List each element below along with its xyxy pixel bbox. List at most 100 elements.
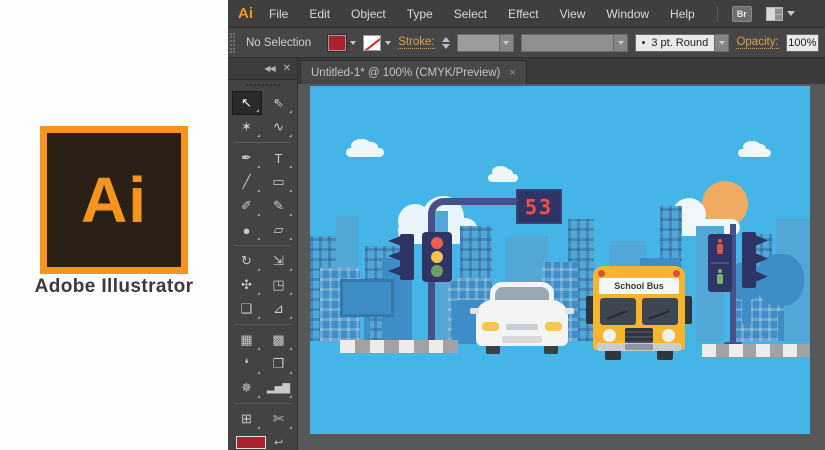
width-tool-icon[interactable]: ✣	[232, 273, 262, 297]
hand-tool-icon[interactable]: ✌	[232, 431, 262, 434]
panel-fill-swatch[interactable]	[236, 436, 266, 449]
slice-tool-icon[interactable]: ✄	[264, 407, 294, 431]
fill-dropdown-icon[interactable]	[350, 41, 356, 45]
panel-grip[interactable]	[230, 33, 235, 53]
type-tool-icon[interactable]: T	[264, 146, 294, 170]
menu-item-effect[interactable]: Effect	[508, 7, 538, 21]
width-profile-select[interactable]	[521, 34, 629, 52]
blob-brush-tool-icon[interactable]: ●	[232, 218, 262, 242]
stroke-weight-stepper[interactable]	[442, 37, 450, 49]
bus-headlight	[603, 329, 616, 342]
scale-tool-icon[interactable]: ⇲	[264, 249, 294, 273]
zoom-tool-icon[interactable]: ⚲	[264, 431, 294, 434]
menu-item-file[interactable]: File	[269, 7, 288, 21]
red-light	[431, 237, 443, 249]
swap-fill-stroke-icon[interactable]: ↩	[274, 436, 283, 449]
gradient-tool-icon[interactable]: ▩	[264, 328, 294, 352]
direct-selection-tool-icon[interactable]: ⇖	[264, 91, 294, 115]
red-stand-figure	[715, 239, 725, 255]
menu-item-window[interactable]: Window	[606, 7, 649, 21]
bus-marker-light	[598, 270, 605, 277]
screenshot-root: Ai Adobe Illustrator Ai File Edit Object Ty…	[0, 0, 825, 450]
car-headlight	[545, 322, 562, 331]
crosswalk	[340, 340, 458, 353]
bus-sign: School Bus	[599, 278, 679, 294]
symbol-sprayer-tool-icon[interactable]: ✵	[232, 376, 262, 400]
tab-close-icon[interactable]: ×	[509, 67, 515, 79]
menu-items: File Edit Object Type Select Effect View Window…	[269, 7, 695, 21]
stroke-weight-select[interactable]	[457, 34, 514, 52]
billboard	[340, 279, 394, 317]
tree-trunk	[778, 311, 784, 341]
bus-grille	[625, 328, 653, 343]
brush-definition-select[interactable]: 3 pt. Round	[635, 34, 729, 52]
rotate-tool-icon[interactable]: ↻	[232, 249, 262, 273]
car-mirror	[470, 308, 479, 314]
green-light	[431, 265, 443, 277]
opacity-label[interactable]: Opacity:	[736, 36, 778, 49]
bus-windshield	[600, 298, 636, 325]
line-segment-tool-icon[interactable]: ╱	[232, 170, 262, 194]
close-panel-icon[interactable]: ✕	[283, 63, 291, 74]
eraser-tool-icon[interactable]: ▱	[264, 218, 294, 242]
car-headlight	[482, 322, 499, 331]
adobe-illustrator-logo-icon: Ai	[40, 126, 188, 274]
menu-divider	[717, 6, 718, 22]
tools-panel-grip[interactable]	[228, 80, 297, 90]
tool-group-divider	[234, 324, 291, 325]
free-transform-tool-icon[interactable]: ◳	[264, 273, 294, 297]
document-tab[interactable]: Untitled-1* @ 100% (CMYK/Preview) ×	[300, 60, 527, 84]
green-walk-figure	[715, 269, 725, 285]
illustrator-window: Ai File Edit Object Type Select Effect View Win…	[228, 0, 825, 450]
blend-tool-icon[interactable]: ❒	[264, 352, 294, 376]
opacity-input[interactable]: 100%	[786, 34, 819, 52]
cloud	[488, 174, 518, 182]
fill-color-swatch[interactable]	[328, 35, 346, 51]
stroke-dropdown-icon[interactable]	[385, 41, 391, 45]
app-icon: Ai	[238, 5, 253, 22]
shape-builder-tool-icon[interactable]: ❏	[232, 297, 262, 321]
perspective-grid-tool-icon[interactable]: ⊿	[264, 297, 294, 321]
magic-wand-tool-icon[interactable]: ✶	[232, 115, 262, 139]
rectangle-tool-icon[interactable]: ▭	[264, 170, 294, 194]
canvas-pasteboard[interactable]: 53	[298, 84, 825, 450]
pen-tool-icon[interactable]: ✒	[232, 146, 262, 170]
stroke-color-swatch[interactable]	[363, 35, 381, 51]
logo-text: Ai	[81, 163, 147, 237]
countdown-display: 53	[516, 189, 562, 224]
signal-visor	[388, 236, 401, 246]
signal-silhouette	[742, 232, 756, 288]
cloud	[346, 148, 384, 157]
document-tab-bar: Untitled-1* @ 100% (CMYK/Preview) ×	[298, 58, 825, 84]
tool-group-divider	[234, 142, 291, 143]
pencil-tool-icon[interactable]: ✎	[264, 194, 294, 218]
product-name: Adobe Illustrator	[0, 276, 228, 298]
signal-divider	[711, 262, 729, 264]
menu-item-object[interactable]: Object	[351, 7, 386, 21]
eyedropper-tool-icon[interactable]: ❛	[232, 352, 262, 376]
menu-item-help[interactable]: Help	[670, 7, 695, 21]
bridge-button[interactable]: Br	[732, 6, 752, 22]
countdown-value: 53	[525, 195, 553, 219]
workspace-switcher[interactable]	[766, 7, 795, 21]
car-mirror	[565, 308, 574, 314]
collapse-panel-icon[interactable]: ◀◀	[264, 64, 274, 73]
chevron-down-icon	[787, 11, 795, 16]
selection-status: No Selection	[246, 37, 311, 49]
branding-pane: Ai Adobe Illustrator	[0, 0, 228, 450]
traffic-light	[422, 232, 452, 282]
menu-item-view[interactable]: View	[560, 7, 586, 21]
menu-item-select[interactable]: Select	[454, 7, 487, 21]
billboard-pole	[364, 314, 370, 342]
menu-item-edit[interactable]: Edit	[309, 7, 330, 21]
paintbrush-tool-icon[interactable]: ✐	[232, 194, 262, 218]
stroke-label[interactable]: Stroke:	[398, 36, 434, 49]
crosswalk	[702, 344, 810, 357]
workspace-layout-icon	[766, 7, 783, 21]
lasso-tool-icon[interactable]: ∿	[264, 115, 294, 139]
artboard-tool-icon[interactable]: ⊞	[232, 407, 262, 431]
selection-tool-icon[interactable]: ↖	[232, 91, 262, 115]
menu-item-type[interactable]: Type	[407, 7, 433, 21]
column-graph-tool-icon[interactable]: ▂▅▇	[264, 376, 294, 400]
mesh-tool-icon[interactable]: ▦	[232, 328, 262, 352]
